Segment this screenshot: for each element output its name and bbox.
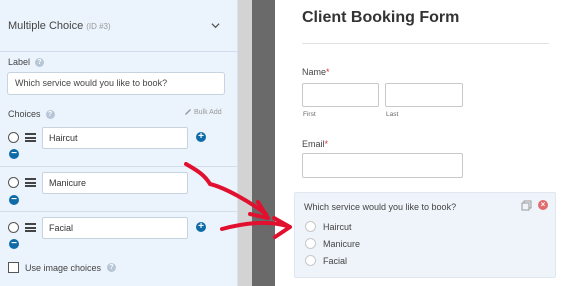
label-heading: Label: [8, 57, 31, 67]
image-choices-label: Use image choices: [25, 262, 102, 273]
selected-field-preview[interactable]: Which service would you like to book? × …: [294, 192, 556, 278]
last-name-input[interactable]: [385, 83, 463, 107]
option-radio[interactable]: [305, 238, 316, 249]
label-heading-row: Label ?: [8, 57, 45, 67]
preview-option[interactable]: Manicure: [305, 238, 360, 249]
remove-choice-icon[interactable]: −: [9, 195, 19, 205]
default-choice-radio[interactable]: [8, 177, 19, 188]
help-icon[interactable]: ?: [107, 263, 117, 272]
help-icon[interactable]: ?: [45, 109, 55, 119]
drag-handle-icon[interactable]: [25, 178, 36, 187]
preview-option[interactable]: Facial: [305, 255, 347, 266]
title-divider: [302, 43, 549, 44]
field-options-header[interactable]: Multiple Choice (ID #3): [0, 0, 237, 52]
option-radio[interactable]: [305, 255, 316, 266]
option-label: Manicure: [323, 238, 361, 249]
help-icon[interactable]: ?: [35, 57, 45, 67]
last-sublabel: Last: [386, 111, 399, 118]
bulk-add-link[interactable]: Bulk Add: [184, 108, 222, 116]
choice-row: Haircut + −: [0, 124, 237, 167]
add-choice-icon[interactable]: +: [196, 222, 206, 232]
delete-icon[interactable]: ×: [538, 200, 548, 210]
option-label: Facial: [323, 255, 348, 266]
first-name-input[interactable]: [302, 83, 379, 107]
choice-row: Facial + −: [0, 212, 237, 257]
choice-row: Manicure −: [0, 167, 237, 212]
default-choice-radio[interactable]: [8, 222, 19, 233]
choice-input[interactable]: Facial: [42, 217, 188, 239]
email-field-label: Email*: [302, 139, 329, 149]
name-field-label: Name*: [302, 67, 330, 77]
form-title: Client Booking Form: [302, 9, 460, 26]
choices-heading: Choices: [8, 109, 41, 119]
drag-handle-icon[interactable]: [25, 223, 36, 232]
required-mark: *: [326, 67, 330, 77]
required-mark: *: [324, 139, 329, 149]
choice-input[interactable]: Manicure: [42, 172, 188, 194]
image-choices-option[interactable]: Use image choices ?: [8, 262, 117, 273]
field-id: (ID #3): [86, 22, 111, 31]
email-input[interactable]: [302, 153, 463, 178]
panel-divider: [238, 0, 252, 286]
drag-handle-icon[interactable]: [25, 133, 36, 142]
first-sublabel: First: [303, 111, 316, 118]
add-choice-icon[interactable]: +: [196, 132, 206, 142]
image-choices-checkbox[interactable]: [8, 262, 19, 273]
field-options-panel: Multiple Choice (ID #3) Label ? Which ser…: [0, 0, 238, 286]
remove-choice-icon[interactable]: −: [9, 149, 19, 159]
field-type-title: Multiple Choice (ID #3): [8, 20, 111, 32]
bulk-add-label: Bulk Add: [194, 108, 222, 116]
option-radio[interactable]: [305, 221, 316, 232]
chevron-down-icon[interactable]: [211, 21, 220, 30]
default-choice-radio[interactable]: [8, 132, 19, 143]
choice-input[interactable]: Haircut: [42, 127, 188, 149]
bulk-add-icon: [185, 109, 191, 115]
remove-choice-icon[interactable]: −: [9, 239, 19, 249]
question-label: Which service would you like to book?: [304, 202, 457, 212]
preview-option[interactable]: Haircut: [305, 221, 352, 232]
panel-divider-dark: [252, 0, 275, 286]
form-preview: Client Booking Form Name* First Last Ema…: [275, 0, 562, 286]
choices-heading-row: Choices ?: [8, 109, 55, 119]
duplicate-icon[interactable]: [521, 200, 532, 211]
label-input[interactable]: Which service would you like to book?: [7, 72, 225, 95]
option-label: Haircut: [323, 221, 352, 232]
